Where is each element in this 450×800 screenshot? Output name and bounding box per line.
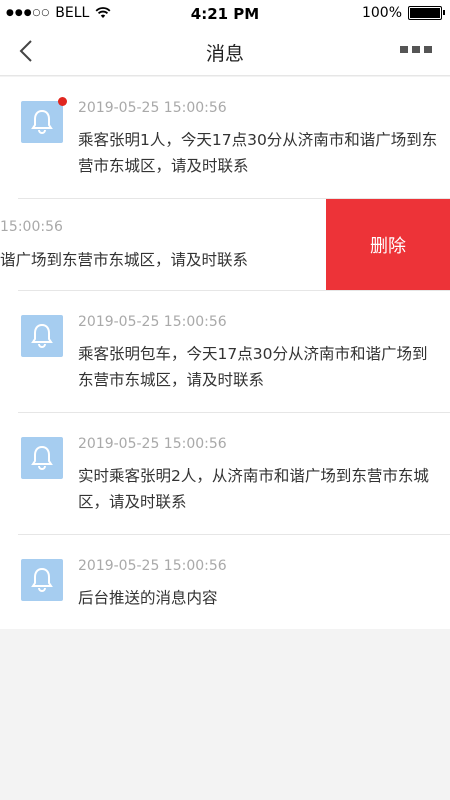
list-item[interactable]: 2019-05-25 15:00:56 乘客张明1人，今天17点30分从济南市和… [0,77,450,199]
swiped-time: 15:00:56 [0,219,63,235]
message-text: 后台推送的消息内容 [78,589,218,607]
list-item[interactable]: 2019-05-25 15:00:56 实时乘客张明2人，从济南市和谐广场到东营… [0,413,450,535]
message-time: 2019-05-25 15:00:56 [78,100,227,116]
page-title: 消息 [205,43,244,65]
bell-icon [21,315,63,357]
swiped-message-text: 谐广场到东营市东城区，请及时联系 [0,251,249,269]
message-time: 2019-05-25 15:00:56 [78,314,227,330]
nav-bar: 消息 [0,28,450,76]
message-time: 2019-05-25 15:00:56 [78,436,227,452]
list-item[interactable]: 2019-05-25 15:00:56 后台推送的消息内容 [0,535,450,629]
status-right: 100% [361,5,445,21]
list-item-swiped[interactable]: 15:00:56 谐广场到东营市东城区，请及时联系 删除 [0,199,450,291]
status-bar: ●●●○○ BELL 4:21 PM 100% [0,0,450,28]
battery-percent: 100% [361,5,402,21]
bell-icon [21,437,63,479]
message-list: 2019-05-25 15:00:56 乘客张明1人，今天17点30分从济南市和… [0,77,450,629]
message-text: 乘客张明包车，今天17点30分从济南市和谐广场到东营市东城区，请及时联系 [78,345,428,389]
more-icon[interactable] [400,46,432,56]
message-time: 2019-05-25 15:00:56 [78,558,227,574]
delete-button[interactable]: 删除 [326,199,450,291]
bell-icon [21,559,63,601]
message-text: 实时乘客张明2人，从济南市和谐广场到东营市东城区，请及时联系 [78,467,429,511]
message-text: 乘客张明1人，今天17点30分从济南市和谐广场到东营市东城区，请及时联系 [78,131,438,175]
unread-dot [58,97,67,106]
bell-icon [21,97,67,143]
list-item[interactable]: 2019-05-25 15:00:56 乘客张明包车，今天17点30分从济南市和… [0,291,450,413]
battery-icon [408,6,445,20]
